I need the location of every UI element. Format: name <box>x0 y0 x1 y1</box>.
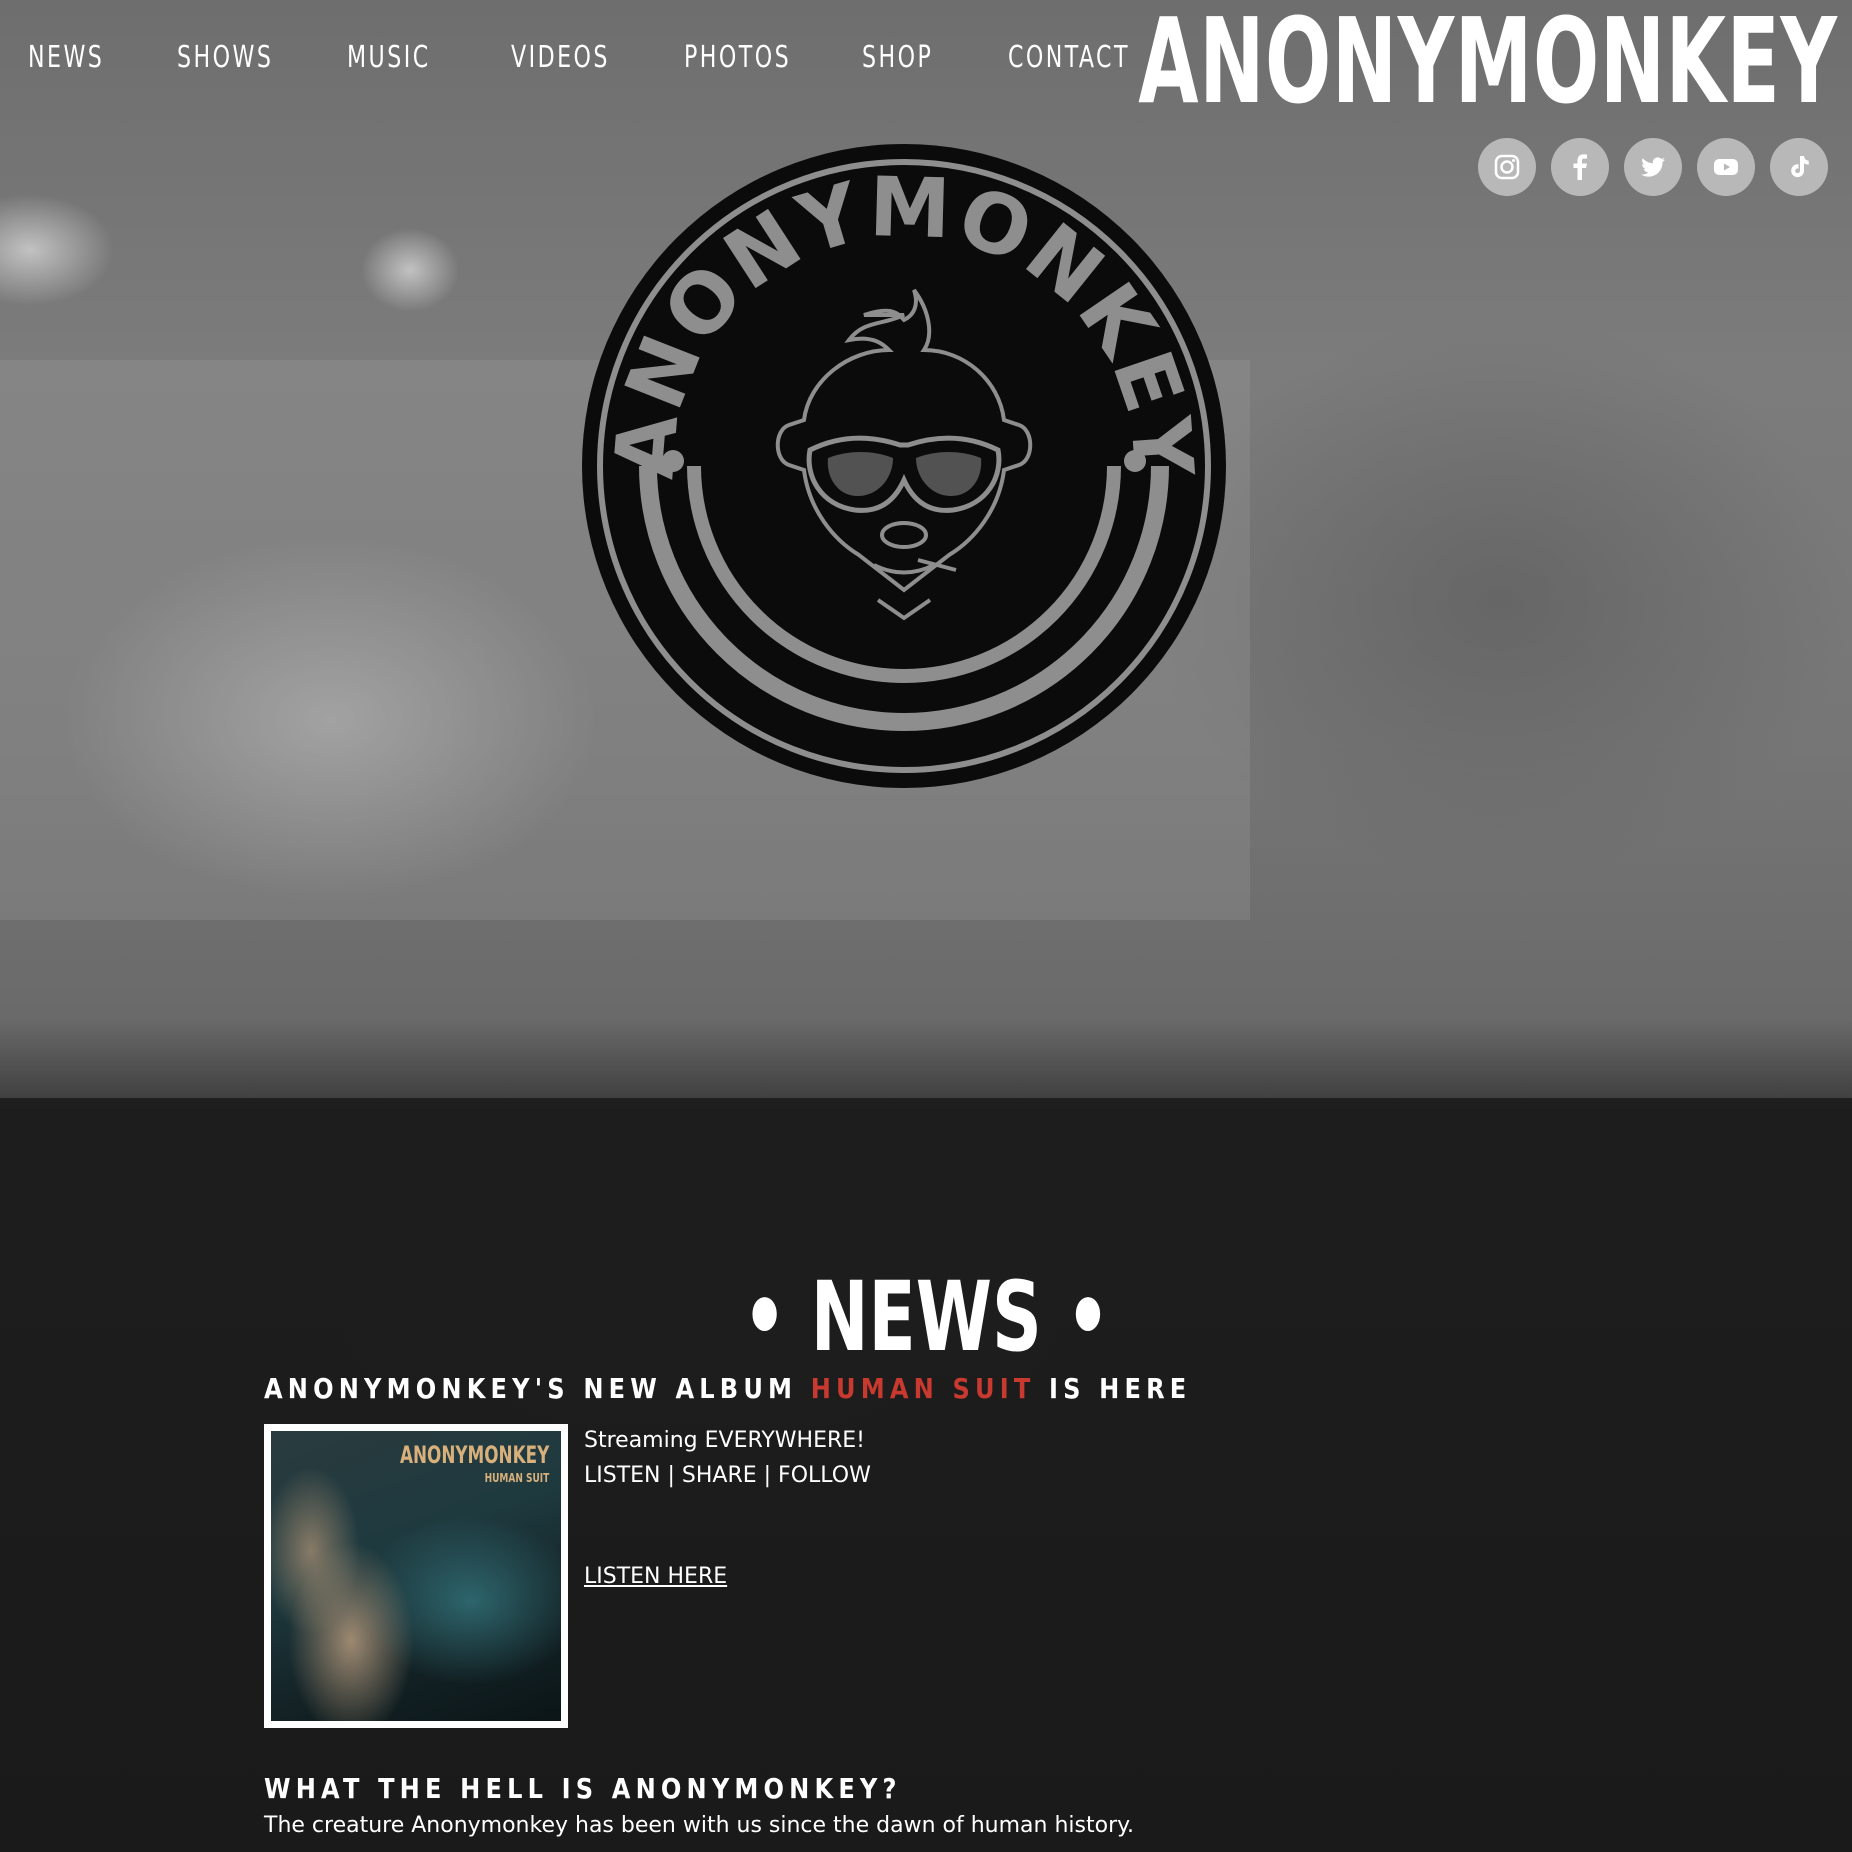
album-cover[interactable]: ANONYMONKEY HUMAN SUIT <box>264 1424 568 1728</box>
instagram-icon[interactable] <box>1478 138 1536 196</box>
about-text: The creature Anonymonkey has been with u… <box>264 1813 1134 1838</box>
site-title[interactable]: ANONYMONKEY <box>1139 2 1838 120</box>
nav-videos[interactable]: VIDEOS <box>511 40 610 75</box>
nav-shows[interactable]: SHOWS <box>177 40 273 75</box>
nav-music[interactable]: MUSIC <box>347 40 431 75</box>
listen-here-link[interactable]: LISTEN HERE <box>584 1564 727 1589</box>
tiktok-icon[interactable] <box>1770 138 1828 196</box>
streaming-text: Streaming EVERYWHERE! <box>584 1428 865 1453</box>
facebook-icon[interactable] <box>1551 138 1609 196</box>
social-links <box>1478 138 1828 196</box>
news-heading: • NEWS • <box>742 1261 1110 1373</box>
album-cover-brand: ANONYMONKEY <box>399 1441 549 1469</box>
band-logo: ANONYMONKEY <box>582 144 1226 788</box>
album-art: ANONYMONKEY HUMAN SUIT <box>271 1431 561 1721</box>
album-headline: ANONYMONKEY'S NEW ALBUM HUMAN SUIT IS HE… <box>264 1372 1192 1405</box>
youtube-icon[interactable] <box>1697 138 1755 196</box>
listen-share-follow-text: LISTEN | SHARE | FOLLOW <box>584 1463 871 1488</box>
about-heading: WHAT THE HELL IS ANONYMONKEY? <box>264 1772 902 1805</box>
nav-photos[interactable]: PHOTOS <box>684 40 791 75</box>
nav-news[interactable]: NEWS <box>28 40 104 75</box>
twitter-icon[interactable] <box>1624 138 1682 196</box>
nav-contact[interactable]: CONTACT <box>1008 40 1130 75</box>
nav-shop[interactable]: SHOP <box>862 40 933 75</box>
album-cover-title: HUMAN SUIT <box>484 1471 549 1485</box>
